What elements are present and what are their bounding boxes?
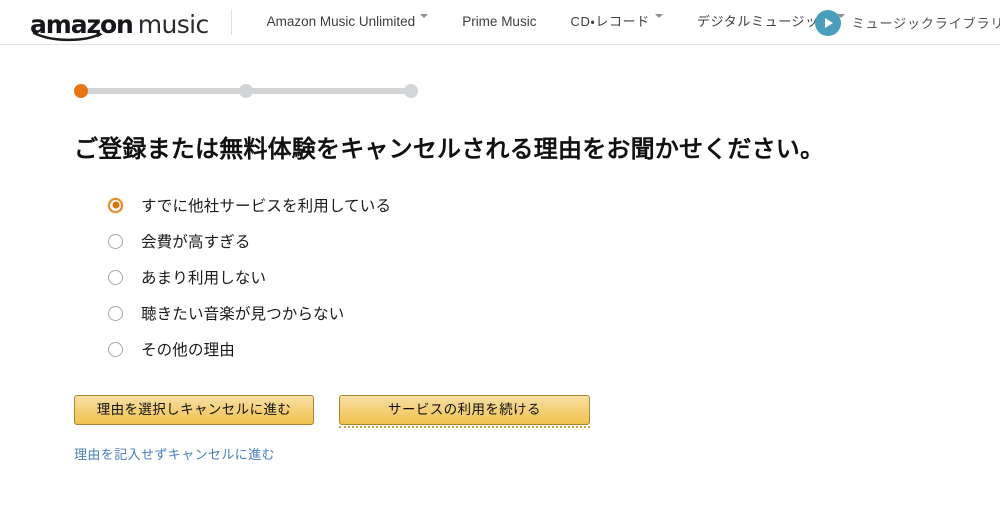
nav-item-label: デジタルミュージック [696,14,833,29]
option-row-too-expensive[interactable]: 会費が高すぎる [74,223,1000,259]
continue-cancellation-button[interactable]: 理由を選択しキャンセルに進む [74,395,314,426]
option-row-other-reason[interactable]: その他の理由 [74,331,1000,367]
logo-music-text: music [137,9,210,39]
radio-too-expensive[interactable] [108,233,123,249]
option-row-rarely-used[interactable]: あまり利用しない [74,259,1000,295]
nav-item-label: Prime Music [462,14,537,29]
nav-item-cd-record[interactable]: CD・レコード [553,13,679,31]
progress-step-3 [404,84,418,98]
option-label: その他の理由 [141,342,235,360]
nav-item-amazon-music-unlimited[interactable]: Amazon Music Unlimited [250,13,446,31]
keep-service-button[interactable]: サービスの利用を続ける [339,395,590,429]
radio-other-reason[interactable] [108,341,123,357]
radio-no-desired-music[interactable] [108,305,123,321]
option-row-other-service[interactable]: すでに他社サービスを利用している [74,187,1000,223]
nav-item-prime-music[interactable]: Prime Music [445,13,553,31]
cancellation-progress-bar [74,81,418,101]
header-divider [230,9,232,35]
chevron-down-icon [420,14,429,18]
open-music-library-label: ミュージックライブラリを開く [851,16,1000,31]
focus-underline [339,426,590,429]
amazon-music-logo[interactable]: amazon music [30,0,210,44]
option-label: あまり利用しない [141,270,267,288]
option-row-no-desired-music[interactable]: 聴きたい音楽が見つからない [74,295,1000,331]
site-header: amazon music Amazon Music Unlimited Prime… [0,0,1000,45]
option-label: すでに他社サービスを利用している [141,198,392,216]
keep-service-button-label: サービスの利用を続ける [388,402,541,418]
cancel-without-reason-link[interactable]: 理由を記入せずキャンセルに進む [74,444,275,463]
play-icon [814,9,841,36]
progress-step-1 [74,84,88,98]
nav-item-label: CD・レコード [570,14,650,29]
amazon-smile-arrow-icon [32,30,110,42]
page-title: ご登録または無料体験をキャンセルされる理由をお聞かせください。 [74,136,825,163]
option-label: 会費が高すぎる [141,234,251,252]
action-buttons: 理由を選択しキャンセルに進む サービスの利用を続ける [74,395,1000,429]
nav-item-label: Amazon Music Unlimited [266,14,416,29]
open-music-library[interactable]: ミュージックライブラリを開く [814,0,1000,44]
primary-nav: Amazon Music Unlimited Prime Music CD・レコ… [250,13,863,31]
radio-rarely-used[interactable] [108,269,123,285]
cancellation-reason-options: すでに他社サービスを利用している 会費が高すぎる あまり利用しない 聴きたい音楽… [74,187,1000,367]
chevron-down-icon [654,14,663,18]
page-body: ご登録または無料体験をキャンセルされる理由をお聞かせください。 すでに他社サービ… [0,45,1000,464]
radio-other-service[interactable] [108,197,123,213]
option-label: 聴きたい音楽が見つからない [141,306,345,324]
progress-step-2 [239,84,253,98]
